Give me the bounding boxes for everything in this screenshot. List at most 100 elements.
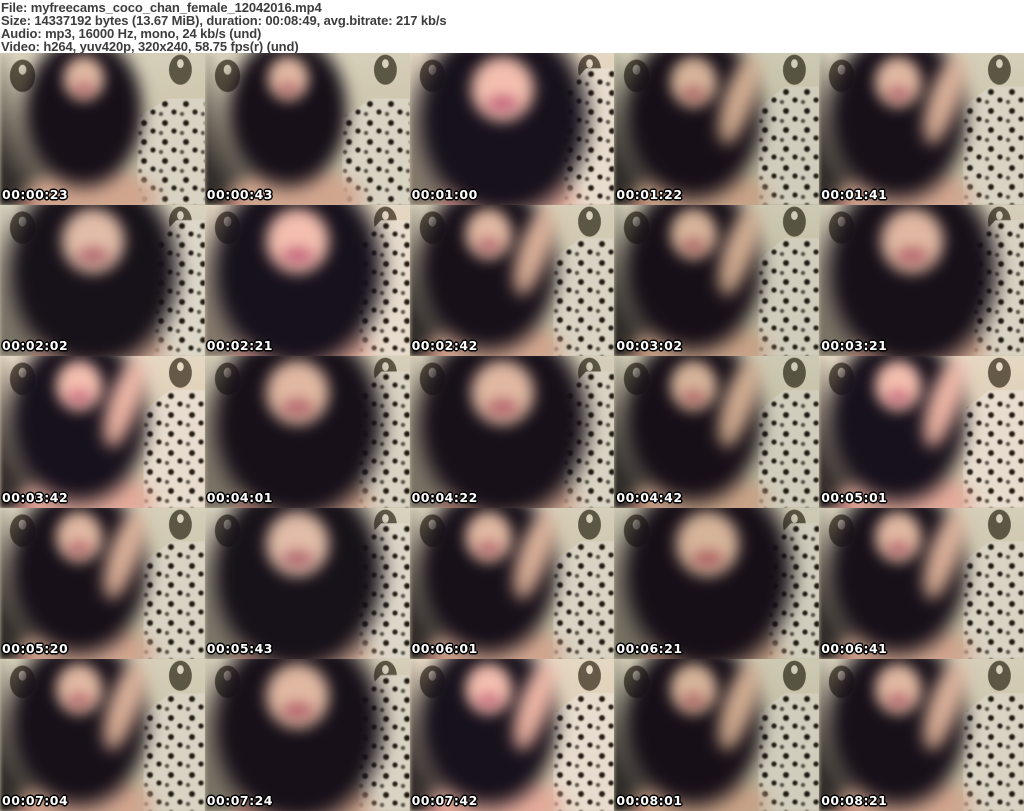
thumbnail-image <box>0 507 205 660</box>
timestamp-overlay: 00:06:01 <box>411 641 478 657</box>
timestamp-overlay: 00:05:01 <box>821 489 888 505</box>
thumbnail-image <box>204 659 410 811</box>
thumbnail-image <box>409 356 615 508</box>
thumbnail-image <box>819 53 1024 205</box>
video-thumbnail: 00:07:24 <box>204 659 410 811</box>
thumbnail-image <box>204 356 410 508</box>
file-info-line-video: Video: h264, yuv420p, 320x240, 58.75 fps… <box>1 39 299 53</box>
timestamp-overlay: 00:07:42 <box>411 792 478 808</box>
person-figure <box>0 204 205 357</box>
timestamp-overlay: 00:00:23 <box>2 186 69 202</box>
thumbnail-image <box>0 53 205 205</box>
timestamp-overlay: 00:01:22 <box>616 186 683 202</box>
person-figure <box>409 507 615 660</box>
timestamp-overlay: 00:02:02 <box>2 338 69 354</box>
video-thumbnail: 00:02:42 <box>409 204 615 357</box>
video-thumbnail: 00:06:41 <box>819 507 1024 660</box>
video-thumbnail: 00:05:01 <box>819 356 1024 508</box>
person-figure <box>614 659 820 811</box>
video-thumbnail: 00:05:43 <box>204 507 410 660</box>
person-figure <box>819 507 1024 660</box>
person-figure <box>614 507 820 660</box>
timestamp-overlay: 00:06:41 <box>821 641 888 657</box>
timestamp-overlay: 00:03:02 <box>616 338 683 354</box>
video-thumbnail: 00:08:21 <box>819 659 1024 811</box>
thumbnail-image <box>819 507 1024 660</box>
video-thumbnail: 00:03:42 <box>0 356 205 508</box>
thumbnail-image <box>614 356 820 508</box>
thumbnail-image <box>0 204 205 357</box>
timestamp-overlay: 00:01:00 <box>411 186 478 202</box>
timestamp-overlay: 00:01:41 <box>821 186 888 202</box>
thumbnail-image <box>0 659 205 811</box>
person-figure <box>204 356 410 508</box>
timestamp-overlay: 00:08:21 <box>821 792 888 808</box>
timestamp-overlay: 00:08:01 <box>616 792 683 808</box>
person-figure <box>614 356 820 508</box>
video-thumbnail: 00:04:01 <box>204 356 410 508</box>
timestamp-overlay: 00:05:20 <box>2 641 69 657</box>
timestamp-overlay: 00:00:43 <box>206 186 273 202</box>
person-figure <box>0 659 205 811</box>
thumbnail-grid: 00:00:23 00:00:43 00:01:00 00:01:22 00:01:41… <box>0 53 1024 811</box>
timestamp-overlay: 00:07:04 <box>2 792 69 808</box>
video-thumbnail: 00:03:21 <box>819 204 1024 357</box>
person-figure <box>204 204 410 357</box>
video-thumbnail: 00:06:21 <box>614 507 820 660</box>
timestamp-overlay: 00:02:21 <box>206 338 273 354</box>
timestamp-overlay: 00:07:24 <box>206 792 273 808</box>
person-figure <box>204 53 410 205</box>
timestamp-overlay: 00:02:42 <box>411 338 478 354</box>
video-thumbnail: 00:07:04 <box>0 659 205 811</box>
thumbnail-image <box>409 659 615 811</box>
thumbnail-image <box>819 204 1024 357</box>
person-figure <box>204 659 410 811</box>
person-figure <box>409 53 615 205</box>
video-thumbnail: 00:02:21 <box>204 204 410 357</box>
person-figure <box>204 507 410 660</box>
thumbnail-image <box>204 204 410 357</box>
video-thumbnail: 00:01:41 <box>819 53 1024 205</box>
person-figure <box>0 356 205 508</box>
timestamp-overlay: 00:04:42 <box>616 489 683 505</box>
thumbnail-image <box>204 507 410 660</box>
thumbnail-image <box>614 507 820 660</box>
video-thumbnail: 00:00:43 <box>204 53 410 205</box>
person-figure <box>819 356 1024 508</box>
person-figure <box>614 53 820 205</box>
thumbnail-image <box>0 356 205 508</box>
video-thumbnail: 00:06:01 <box>409 507 615 660</box>
person-figure <box>409 659 615 811</box>
video-thumbnail: 00:01:00 <box>409 53 615 205</box>
person-figure <box>614 204 820 357</box>
thumbnail-image <box>614 53 820 205</box>
video-thumbnail: 00:02:02 <box>0 204 205 357</box>
file-info-header: File: myfreecams_coco_chan_female_120420… <box>0 0 1024 53</box>
video-thumbnail: 00:00:23 <box>0 53 205 205</box>
thumbnail-image <box>819 356 1024 508</box>
thumbnail-image <box>614 204 820 357</box>
video-thumbnail: 00:05:20 <box>0 507 205 660</box>
thumbnail-image <box>409 204 615 357</box>
timestamp-overlay: 00:03:21 <box>821 338 888 354</box>
person-figure <box>819 53 1024 205</box>
video-contact-sheet: File: myfreecams_coco_chan_female_120420… <box>0 0 1024 811</box>
timestamp-overlay: 00:03:42 <box>2 489 69 505</box>
video-thumbnail: 00:01:22 <box>614 53 820 205</box>
timestamp-overlay: 00:05:43 <box>206 641 273 657</box>
person-figure <box>0 507 205 660</box>
timestamp-overlay: 00:06:21 <box>616 641 683 657</box>
person-figure <box>409 356 615 508</box>
person-figure <box>409 204 615 357</box>
thumbnail-image <box>614 659 820 811</box>
thumbnail-image <box>819 659 1024 811</box>
thumbnail-image <box>204 53 410 205</box>
timestamp-overlay: 00:04:01 <box>206 489 273 505</box>
video-thumbnail: 00:08:01 <box>614 659 820 811</box>
video-thumbnail: 00:03:02 <box>614 204 820 357</box>
timestamp-overlay: 00:04:22 <box>411 489 478 505</box>
person-figure <box>0 53 205 205</box>
person-figure <box>819 659 1024 811</box>
video-thumbnail: 00:07:42 <box>409 659 615 811</box>
thumbnail-image <box>409 53 615 205</box>
